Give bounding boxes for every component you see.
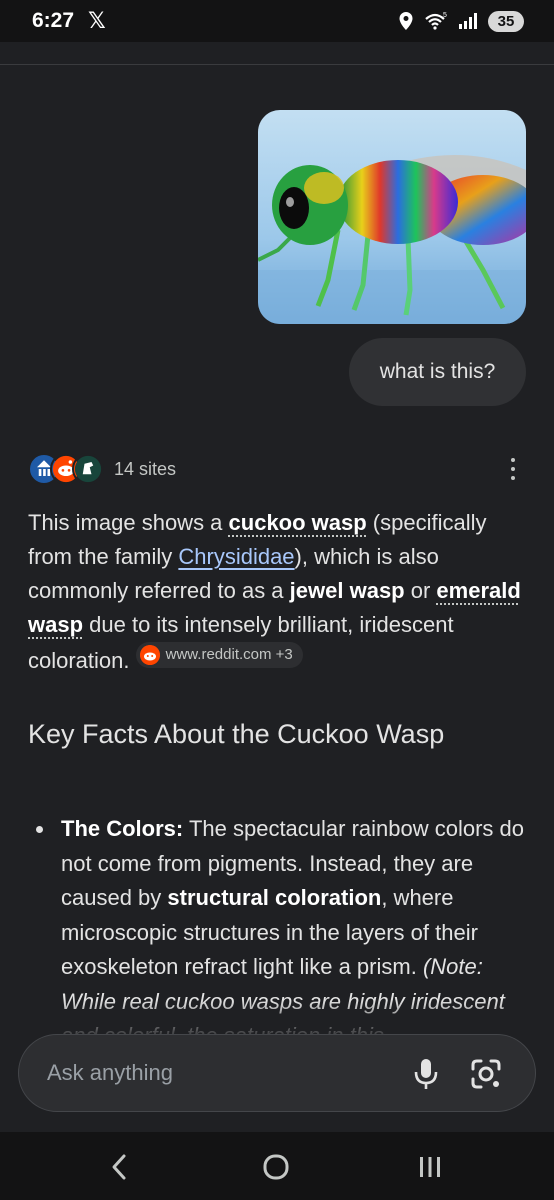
location-icon xyxy=(399,12,413,30)
user-message-bubble: what is this? xyxy=(349,338,526,406)
status-time: 6:27 xyxy=(32,9,75,32)
wifi-icon: 5 xyxy=(425,12,447,30)
section-heading: Key Facts About the Cuckoo Wasp xyxy=(28,719,445,749)
answer-text: or xyxy=(404,578,437,603)
signal-icon xyxy=(459,13,477,29)
google-lens-icon[interactable] xyxy=(469,1057,503,1091)
reddit-icon xyxy=(139,645,160,665)
answer-text: This image shows a xyxy=(28,510,229,535)
x-app-icon: 𝕏 xyxy=(88,8,106,33)
user-message-text: what is this? xyxy=(379,360,496,383)
home-icon[interactable] xyxy=(256,1150,296,1184)
citation-label: www.reddit.com +3 xyxy=(165,646,293,663)
microphone-icon[interactable] xyxy=(411,1057,441,1091)
prompt-input[interactable]: Ask anything xyxy=(47,1060,173,1086)
status-bar: 6:27 𝕏 5 35 xyxy=(0,0,554,42)
wasp-photo xyxy=(258,110,526,324)
user-uploaded-image[interactable] xyxy=(258,110,526,324)
sources-count: 14 sites xyxy=(114,458,177,479)
header-divider xyxy=(0,64,554,65)
system-nav-bar xyxy=(0,1132,554,1200)
svg-text:5: 5 xyxy=(443,12,447,19)
prompt-input-bar[interactable]: Ask anything xyxy=(18,1034,536,1112)
citation-chip[interactable]: www.reddit.com +3 xyxy=(135,642,303,668)
term-cuckoo-wasp[interactable]: cuckoo wasp xyxy=(229,510,367,535)
more-options-icon[interactable] xyxy=(508,458,518,480)
term-jewel-wasp: jewel wasp xyxy=(289,578,405,603)
bullet-emphasis: structural coloration xyxy=(167,885,382,910)
bullet-label: The Colors: xyxy=(61,816,184,841)
msu-source-icon xyxy=(72,453,104,485)
source-favicons xyxy=(28,452,106,486)
back-icon[interactable] xyxy=(100,1150,140,1184)
sources-row[interactable]: 14 sites xyxy=(28,450,528,488)
recent-apps-icon[interactable] xyxy=(410,1150,450,1184)
battery-icon: 35 xyxy=(488,10,524,32)
bullet-marker xyxy=(36,826,43,833)
answer-paragraph: This image shows a cuckoo wasp (specific… xyxy=(28,506,528,678)
link-chrysididae[interactable]: Chrysididae xyxy=(178,544,294,569)
